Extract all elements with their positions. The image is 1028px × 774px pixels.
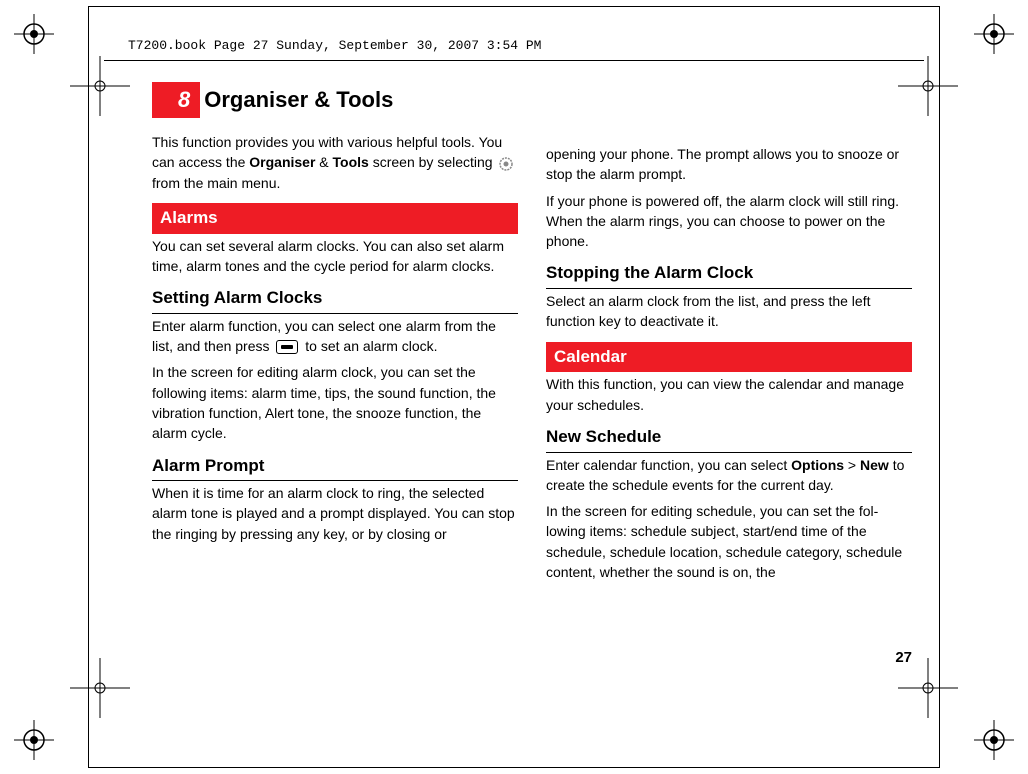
chapter-heading: 8 Organiser & Tools bbox=[152, 82, 518, 118]
paragraph: In the screen for editing alarm clock, y… bbox=[152, 362, 518, 443]
paragraph: Select an alarm clock from the list, and… bbox=[546, 291, 912, 332]
section-alarms: Alarms bbox=[152, 203, 518, 234]
paragraph: With this function, you can view the cal… bbox=[546, 374, 912, 415]
paragraph: You can set several alarm clocks. You ca… bbox=[152, 236, 518, 277]
strong-text: Options bbox=[791, 457, 844, 473]
paragraph: Enter alarm function, you can select one… bbox=[152, 316, 518, 357]
strong-text: Tools bbox=[333, 154, 369, 170]
tools-icon bbox=[498, 156, 514, 172]
crop-mark-icon bbox=[14, 720, 54, 760]
crop-mark-icon bbox=[974, 14, 1014, 54]
text: > bbox=[844, 457, 860, 473]
ok-key-icon bbox=[276, 340, 298, 354]
intro-paragraph: This function provides you with various … bbox=[152, 132, 518, 193]
subhead-new-schedule: New Schedule bbox=[546, 425, 912, 453]
crop-mark-icon bbox=[974, 720, 1014, 760]
crop-mark-icon bbox=[14, 14, 54, 54]
chapter-number: 8 bbox=[152, 82, 200, 118]
text: to set an alarm clock. bbox=[301, 338, 437, 354]
text: screen by selecting bbox=[369, 154, 497, 170]
subhead-alarm-prompt: Alarm Prompt bbox=[152, 454, 518, 482]
paragraph: In the screen for editing schedule, you … bbox=[546, 501, 912, 582]
strong-text: Organiser bbox=[249, 154, 315, 170]
text: from the main menu. bbox=[152, 175, 280, 191]
text: Enter calendar function, you can select bbox=[546, 457, 791, 473]
chapter-title: Organiser & Tools bbox=[204, 84, 393, 116]
paragraph: Enter calendar function, you can select … bbox=[546, 455, 912, 496]
column-top-spacer bbox=[546, 82, 912, 142]
subhead-setting-alarm-clocks: Setting Alarm Clocks bbox=[152, 286, 518, 314]
paragraph: opening your phone. The prompt allows yo… bbox=[546, 144, 912, 185]
page-content: 8 Organiser & Tools This function provid… bbox=[152, 82, 912, 588]
column-left: 8 Organiser & Tools This function provid… bbox=[152, 82, 518, 588]
strong-text: New bbox=[860, 457, 889, 473]
section-calendar: Calendar bbox=[546, 342, 912, 373]
paragraph: When it is time for an alarm clock to ri… bbox=[152, 483, 518, 544]
text: & bbox=[315, 154, 332, 170]
subhead-stopping-alarm-clock: Stopping the Alarm Clock bbox=[546, 261, 912, 289]
running-head: T7200.book Page 27 Sunday, September 30,… bbox=[128, 38, 541, 53]
header-rule bbox=[104, 60, 924, 61]
page-number: 27 bbox=[895, 649, 912, 666]
column-right: opening your phone. The prompt allows yo… bbox=[546, 82, 912, 588]
paragraph: If your phone is powered off, the alarm … bbox=[546, 191, 912, 252]
